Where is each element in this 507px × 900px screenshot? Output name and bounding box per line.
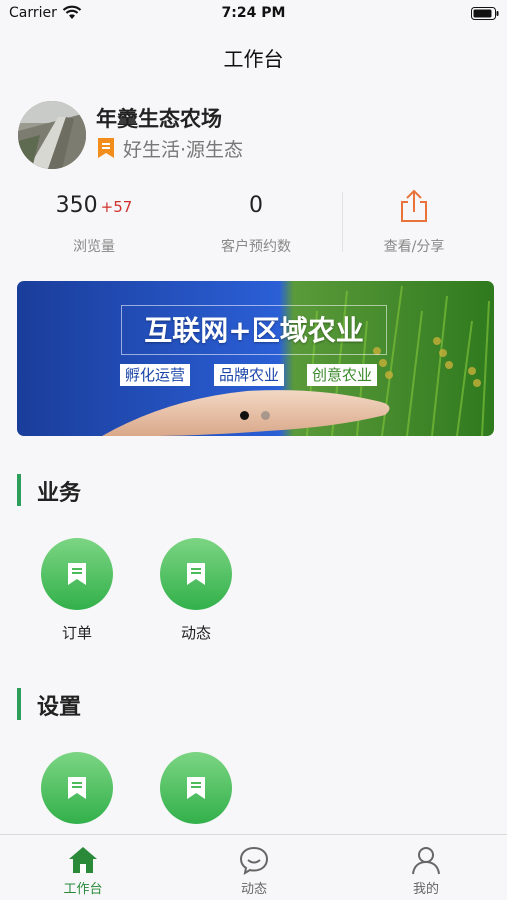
section-settings: 设置 bbox=[17, 686, 217, 722]
tile-activity[interactable]: 动态 bbox=[156, 538, 236, 648]
tile-label: 动态 bbox=[180, 624, 211, 642]
section-accent-bar bbox=[17, 688, 21, 720]
battery-icon bbox=[471, 7, 499, 20]
bookmark-icon bbox=[187, 563, 205, 585]
stat-views[interactable]: 350 +57 浏览量 bbox=[9, 188, 179, 264]
promo-banner[interactable]: 互联网+区域农业 孵化运营 品牌农业 创意农业 bbox=[17, 281, 494, 436]
share-label: 查看/分享 bbox=[383, 239, 445, 255]
tab-mine[interactable]: 我的 bbox=[366, 835, 486, 900]
tile-orders[interactable]: 订单 bbox=[37, 538, 117, 648]
profile-header[interactable]: 年羹生态农场 好生活·源生态 bbox=[0, 82, 507, 188]
section-business: 业务 bbox=[17, 472, 217, 508]
tab-bar: 工作台 动态 我的 bbox=[0, 834, 507, 900]
bookings-label: 客户预约数 bbox=[221, 239, 291, 255]
page-indicator-dot[interactable] bbox=[261, 411, 270, 420]
share-icon bbox=[401, 189, 427, 222]
page-title: 工作台 bbox=[223, 47, 284, 71]
section-title: 设置 bbox=[37, 695, 82, 720]
nav-bar: 工作台 bbox=[0, 26, 507, 82]
slogan-row: 好生活·源生态 bbox=[96, 136, 244, 161]
user-icon bbox=[412, 847, 440, 875]
slogan-text: 好生活·源生态 bbox=[123, 138, 244, 161]
tab-label: 工作台 bbox=[63, 882, 103, 897]
bookmark-icon bbox=[68, 563, 86, 585]
tile-icon-circle bbox=[160, 538, 232, 610]
views-label: 浏览量 bbox=[73, 239, 115, 255]
tab-activity[interactable]: 动态 bbox=[194, 835, 314, 900]
banner-tag: 创意农业 bbox=[307, 364, 378, 386]
banner-tag: 品牌农业 bbox=[214, 364, 285, 386]
banner-headline: 互联网+区域农业 bbox=[121, 305, 387, 355]
tile-icon-circle bbox=[41, 538, 113, 610]
stat-bookings[interactable]: 0 客户预约数 bbox=[171, 188, 341, 264]
page-indicator-dot-active[interactable] bbox=[240, 411, 249, 420]
bookmark-icon bbox=[68, 777, 86, 799]
farm-name: 年羹生态农场 bbox=[96, 107, 222, 131]
avatar[interactable] bbox=[18, 101, 86, 169]
tab-label: 动态 bbox=[240, 882, 267, 897]
tile-label: 订单 bbox=[61, 624, 92, 642]
status-time: 7:24 PM bbox=[221, 5, 286, 21]
banner-tag: 孵化运营 bbox=[120, 364, 191, 386]
status-bar: Carrier 7:24 PM bbox=[0, 0, 507, 26]
bookmark-icon bbox=[187, 777, 205, 799]
share-button[interactable]: 查看/分享 bbox=[329, 188, 499, 264]
chat-icon bbox=[239, 846, 269, 875]
section-title: 业务 bbox=[37, 481, 82, 506]
tile-icon-circle bbox=[160, 752, 232, 824]
home-icon bbox=[69, 847, 97, 873]
tab-workbench[interactable]: 工作台 bbox=[23, 835, 143, 900]
views-count: 350 bbox=[55, 193, 98, 218]
bookmark-icon bbox=[98, 138, 114, 158]
stats-row: 350 +57 浏览量 0 客户预约数 查看/分享 bbox=[0, 188, 507, 264]
section-accent-bar bbox=[17, 474, 21, 506]
bookings-count: 0 bbox=[249, 193, 263, 218]
tile-icon-circle bbox=[41, 752, 113, 824]
views-delta: +57 bbox=[100, 198, 133, 216]
tab-label: 我的 bbox=[412, 882, 439, 897]
